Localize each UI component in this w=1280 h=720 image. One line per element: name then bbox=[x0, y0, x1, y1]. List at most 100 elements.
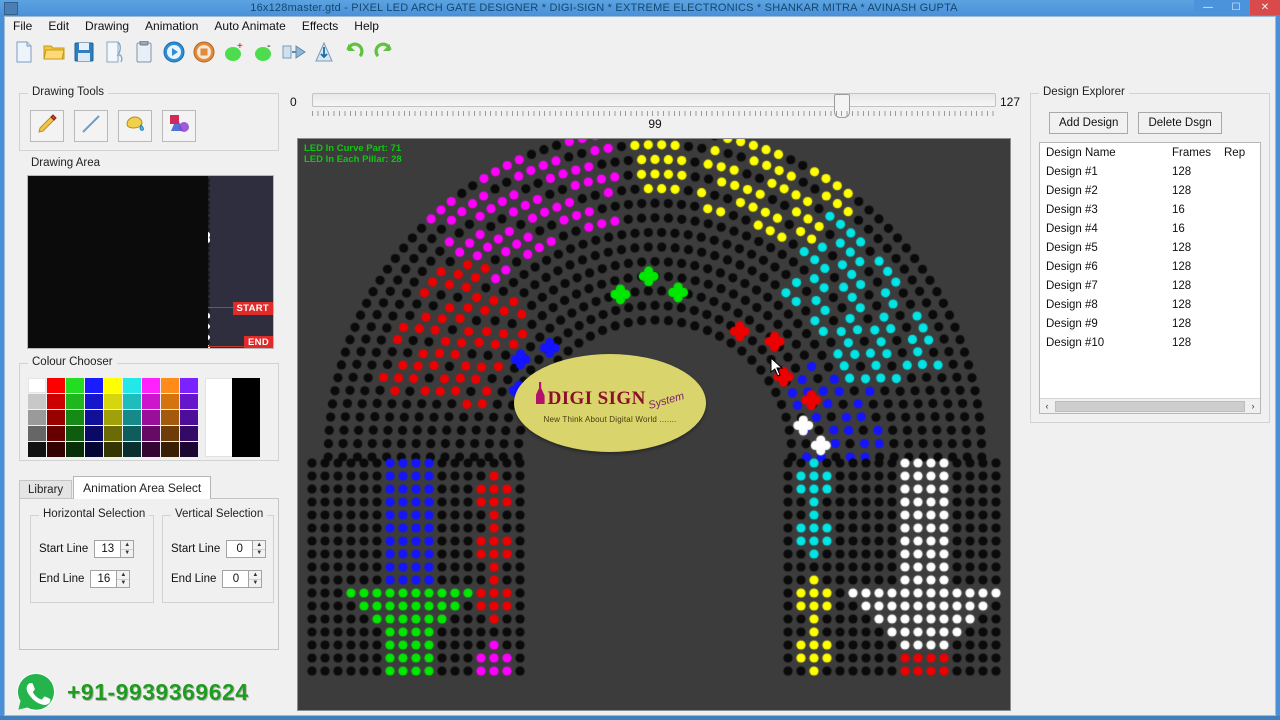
colour-swatch-r1-c5[interactable] bbox=[123, 394, 141, 409]
new-file-icon[interactable] bbox=[11, 39, 37, 65]
colour-swatch-r0-c6[interactable] bbox=[142, 378, 160, 393]
flip-icon[interactable] bbox=[311, 39, 337, 65]
led-arch-canvas[interactable]: LED In Curve Part: 71 LED In Each Pillar… bbox=[297, 138, 1011, 711]
h-start-line-stepper[interactable]: 13 ▲ ▼ bbox=[94, 540, 135, 558]
colour-swatch-r2-c1[interactable] bbox=[47, 410, 65, 425]
colour-swatch-r1-c3[interactable] bbox=[85, 394, 103, 409]
colour-swatch-r3-c5[interactable] bbox=[123, 426, 141, 441]
table-row[interactable]: Design #6 128 bbox=[1040, 257, 1260, 276]
colour-swatch-r4-c5[interactable] bbox=[123, 442, 141, 457]
h-start-line-arrows[interactable]: ▲ ▼ bbox=[120, 540, 135, 558]
table-row[interactable]: Design #4 16 bbox=[1040, 219, 1260, 238]
colour-swatch-r0-c5[interactable] bbox=[123, 378, 141, 393]
colour-swatch-r3-c2[interactable] bbox=[66, 426, 84, 441]
menu-help[interactable]: Help bbox=[354, 19, 379, 33]
save-disk-icon[interactable] bbox=[71, 39, 97, 65]
colour-swatch-r2-c7[interactable] bbox=[161, 410, 179, 425]
colour-swatch-r4-c6[interactable] bbox=[142, 442, 160, 457]
colour-swatch-r3-c6[interactable] bbox=[142, 426, 160, 441]
remove-frame-icon[interactable]: - bbox=[251, 39, 277, 65]
colour-swatch-r3-c8[interactable] bbox=[180, 426, 198, 441]
delete-design-button[interactable]: Delete Dsgn bbox=[1138, 112, 1222, 134]
colour-swatch-r2-c0[interactable] bbox=[28, 410, 46, 425]
frame-slider-track[interactable] bbox=[312, 93, 996, 118]
colour-swatch-r1-c8[interactable] bbox=[180, 394, 198, 409]
colour-swatch-r4-c1[interactable] bbox=[47, 442, 65, 457]
clipboard-icon[interactable] bbox=[131, 39, 157, 65]
menu-file[interactable]: File bbox=[13, 19, 32, 33]
v-end-line-arrows[interactable]: ▲ ▼ bbox=[248, 570, 263, 588]
v-start-line-value[interactable]: 0 bbox=[226, 540, 253, 558]
h-end-line-value[interactable]: 16 bbox=[90, 570, 117, 588]
hscroll-thumb[interactable] bbox=[1055, 400, 1245, 412]
stop-icon[interactable] bbox=[191, 39, 217, 65]
design-list-hscrollbar[interactable]: ‹ › bbox=[1040, 398, 1260, 413]
tab-animation-area-select[interactable]: Animation Area Select bbox=[73, 476, 212, 499]
colour-swatch-r0-c2[interactable] bbox=[66, 378, 84, 393]
colour-swatch-r3-c1[interactable] bbox=[47, 426, 65, 441]
colour-swatch-black[interactable] bbox=[232, 378, 260, 457]
line-tool[interactable] bbox=[74, 110, 108, 142]
colour-swatch-r1-c1[interactable] bbox=[47, 394, 65, 409]
table-row[interactable]: Design #2 128 bbox=[1040, 181, 1260, 200]
colour-swatch-r0-c8[interactable] bbox=[180, 378, 198, 393]
scroll-left-icon[interactable]: ‹ bbox=[1040, 401, 1054, 411]
colour-swatch-r2-c2[interactable] bbox=[66, 410, 84, 425]
maximize-button[interactable]: ☐ bbox=[1222, 0, 1250, 15]
v-end-line-value[interactable]: 0 bbox=[222, 570, 249, 588]
colour-swatch-r0-c4[interactable] bbox=[104, 378, 122, 393]
colour-swatch-r4-c0[interactable] bbox=[28, 442, 46, 457]
tab-library[interactable]: Library bbox=[19, 480, 73, 499]
table-row[interactable]: Design #5 128 bbox=[1040, 238, 1260, 257]
page-curl-icon[interactable] bbox=[101, 39, 127, 65]
menu-drawing[interactable]: Drawing bbox=[85, 19, 129, 33]
h-start-line-value[interactable]: 13 bbox=[94, 540, 121, 558]
table-row[interactable]: Design #8 128 bbox=[1040, 295, 1260, 314]
undo-icon[interactable] bbox=[341, 39, 367, 65]
pencil-tool[interactable] bbox=[30, 110, 64, 142]
colour-swatch-r4-c7[interactable] bbox=[161, 442, 179, 457]
open-folder-icon[interactable] bbox=[41, 39, 67, 65]
colour-swatch-r2-c5[interactable] bbox=[123, 410, 141, 425]
colour-swatch-r0-c0[interactable] bbox=[28, 378, 46, 393]
colour-swatch-r0-c1[interactable] bbox=[47, 378, 65, 393]
mirror-icon[interactable] bbox=[281, 39, 307, 65]
colour-swatch-r1-c0[interactable] bbox=[28, 394, 46, 409]
play-icon[interactable] bbox=[161, 39, 187, 65]
table-row[interactable]: Design #10 128 bbox=[1040, 333, 1260, 352]
menu-animation[interactable]: Animation bbox=[145, 19, 198, 33]
colour-swatch-r2-c8[interactable] bbox=[180, 410, 198, 425]
colour-swatch-r4-c8[interactable] bbox=[180, 442, 198, 457]
table-row[interactable]: Design #3 16 bbox=[1040, 200, 1260, 219]
colour-swatch-r2-c3[interactable] bbox=[85, 410, 103, 425]
colour-swatch-r0-c3[interactable] bbox=[85, 378, 103, 393]
h-end-line-arrows[interactable]: ▲ ▼ bbox=[116, 570, 131, 588]
colour-swatch-r1-c2[interactable] bbox=[66, 394, 84, 409]
v-start-line-stepper[interactable]: 0 ▲ ▼ bbox=[226, 540, 267, 558]
menu-auto-animate[interactable]: Auto Animate bbox=[214, 19, 285, 33]
scroll-right-icon[interactable]: › bbox=[1246, 401, 1260, 411]
table-row[interactable]: Design #9 128 bbox=[1040, 314, 1260, 333]
colour-swatch-r2-c6[interactable] bbox=[142, 410, 160, 425]
redo-icon[interactable] bbox=[371, 39, 397, 65]
colour-swatch-r1-c4[interactable] bbox=[104, 394, 122, 409]
menu-edit[interactable]: Edit bbox=[48, 19, 69, 33]
colour-swatch-r4-c4[interactable] bbox=[104, 442, 122, 457]
shapes-tool[interactable] bbox=[162, 110, 196, 142]
table-row[interactable]: Design #7 128 bbox=[1040, 276, 1260, 295]
colour-swatch-white[interactable] bbox=[205, 378, 233, 457]
minimize-button[interactable]: — bbox=[1194, 0, 1222, 15]
menu-effects[interactable]: Effects bbox=[302, 19, 338, 33]
v-start-line-arrows[interactable]: ▲ ▼ bbox=[252, 540, 267, 558]
close-button[interactable]: ✕ bbox=[1250, 0, 1280, 15]
colour-swatch-r3-c7[interactable] bbox=[161, 426, 179, 441]
h-end-line-stepper[interactable]: 16 ▲ ▼ bbox=[90, 570, 131, 588]
colour-swatch-r1-c6[interactable] bbox=[142, 394, 160, 409]
colour-swatch-r4-c3[interactable] bbox=[85, 442, 103, 457]
drawing-area-canvas[interactable]: START END bbox=[27, 175, 274, 349]
colour-swatch-r4-c2[interactable] bbox=[66, 442, 84, 457]
add-design-button[interactable]: Add Design bbox=[1049, 112, 1129, 134]
colour-swatch-r1-c7[interactable] bbox=[161, 394, 179, 409]
table-row[interactable]: Design #1 128 bbox=[1040, 162, 1260, 181]
colour-palette[interactable] bbox=[28, 378, 198, 457]
